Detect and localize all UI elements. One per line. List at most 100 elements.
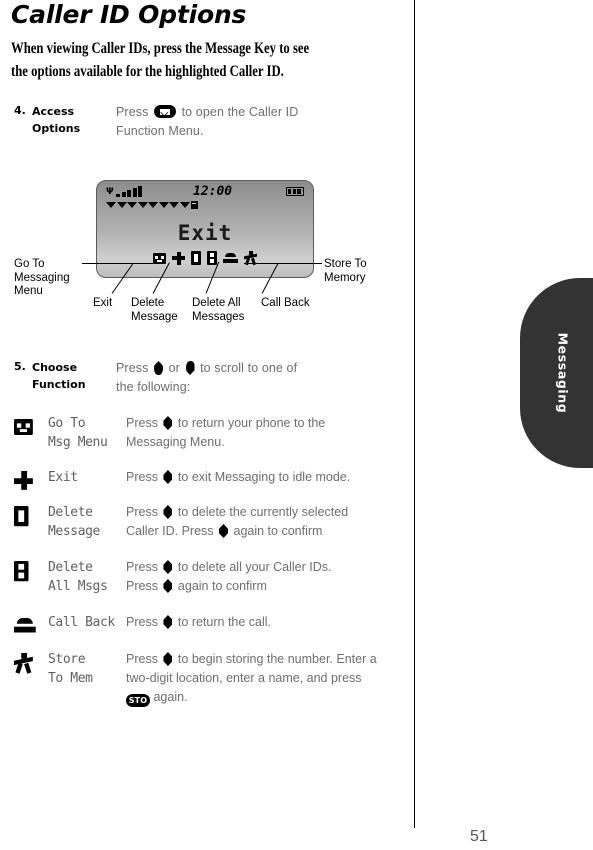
step-body-post: Function Menu. [116, 124, 204, 138]
function-row-store-to-mem: Store To Mem Press to begin storing the … [14, 650, 409, 707]
callout-go-to-messaging-menu: Go To Messaging Menu [14, 258, 84, 299]
page-vertical-rule [414, 0, 415, 828]
message-waiting-icon [191, 201, 198, 209]
updown-key-icon [163, 560, 173, 574]
function-label-line2: Message [48, 524, 100, 539]
press-word: Press [126, 416, 158, 430]
updown-key-icon [163, 416, 173, 430]
step-body-post: the following: [116, 380, 191, 394]
page-number: 51 [470, 828, 488, 845]
function-icon-cell [14, 650, 48, 674]
exit-icon [14, 471, 33, 490]
triangle-marker [116, 202, 127, 208]
desc-mid: to delete the currently selected [177, 505, 349, 519]
lcd-selected-label: Exit [177, 221, 233, 245]
desc-mid: to return the call. [177, 615, 272, 629]
function-label: Call Back [48, 613, 126, 632]
step-number: 5. [14, 360, 26, 373]
page-title: Caller ID Options [11, 0, 247, 29]
function-description: Press to return your phone to the Messag… [126, 414, 391, 452]
function-row-delete-message: Delete Message Press to delete the curre… [14, 503, 409, 541]
function-description: Press to delete the currently selected C… [126, 503, 391, 541]
delete-all-icon [14, 561, 29, 582]
side-tab-messaging[interactable]: Messaging [520, 278, 593, 468]
down-key-icon [185, 361, 195, 375]
function-label-line1: Delete [48, 505, 93, 520]
callout-line2: Messages [192, 310, 245, 323]
callout-line2: Message [131, 310, 178, 323]
msgmenu-icon[interactable] [153, 252, 166, 264]
step-name-line2: Function [32, 378, 86, 391]
function-label: Delete Message [48, 503, 126, 541]
step-access-options: 4. Access Options Press to open the Call… [14, 103, 394, 141]
callout-line1: Delete All [192, 297, 241, 309]
step-name: Choose Function [32, 359, 116, 393]
desc-mid: to return your phone to the [177, 416, 326, 430]
lcd-status-bar: Ψ 12:00 [97, 184, 313, 200]
press-word: Press [116, 105, 149, 119]
lcd-clock: 12:00 [193, 184, 233, 199]
triangle-marker [179, 202, 190, 208]
function-label: Store To Mem [48, 650, 126, 688]
desc-line2: Press again to confirm [126, 577, 391, 596]
triangle-marker [169, 202, 179, 208]
function-icon-cell [14, 468, 48, 490]
press-word: Press [116, 361, 149, 375]
press-word: Press [126, 505, 158, 519]
desc-post: Messaging Menu. [126, 435, 225, 449]
desc-line2-post: again to confirm [233, 524, 323, 538]
function-row-exit: Exit Press to exit Messaging to idle mod… [14, 468, 409, 490]
leader-line-msgmenu [82, 263, 161, 264]
function-label-line2: To Mem [48, 671, 93, 686]
function-icon-cell [14, 503, 48, 527]
callout-line1: Store To [324, 258, 367, 270]
delete-message-icon[interactable] [191, 251, 201, 265]
desc-line2-pre: Caller ID. Press [126, 524, 214, 538]
updown-key-icon [163, 652, 173, 666]
desc-mid: to exit Messaging to idle mode. [177, 470, 351, 484]
step-body-mid: to scroll to one of [200, 361, 298, 375]
triangle-marker [158, 202, 169, 208]
envelope-key-icon [154, 105, 177, 118]
delete-all-icon[interactable] [207, 251, 217, 265]
function-icon-cell [14, 558, 48, 582]
lcd-triangle-row [106, 201, 198, 209]
step-body: Press to open the Caller ID Function Men… [116, 103, 366, 141]
store-memory-icon [14, 653, 33, 674]
updown-key-icon [163, 615, 173, 629]
up-key-icon [154, 361, 164, 375]
triangle-marker [137, 202, 148, 208]
press-word: Press [126, 560, 158, 574]
step-body-mid: to open the Caller ID [181, 105, 299, 119]
function-description: Press to begin storing the number. Enter… [126, 650, 391, 707]
triangle-marker [127, 202, 137, 208]
callback-icon [14, 618, 36, 634]
desc-line2-pre: Press [126, 579, 158, 593]
updown-key-icon [163, 579, 173, 593]
battery-icon [286, 187, 304, 196]
triangle-marker [148, 202, 158, 208]
press-word: Press [126, 652, 158, 666]
callout-exit: Exit [93, 297, 113, 309]
callout-line1: Go To [14, 258, 45, 270]
exit-icon[interactable] [172, 251, 185, 265]
or-word: or [168, 361, 180, 375]
function-row-delete-all-msgs: Delete All Msgs Press to delete all your… [14, 558, 409, 596]
function-icon-cell [14, 414, 48, 435]
step-name-line1: Choose [32, 361, 78, 374]
step-body: Press or to scroll to one of the followi… [116, 359, 366, 397]
updown-key-icon [219, 524, 229, 538]
desc-mid: to delete all your Caller IDs. [177, 560, 332, 574]
function-label-line2: Msg Menu [48, 435, 108, 450]
desc-line2: two-digit location, enter a name, and pr… [126, 671, 362, 685]
function-description: Press to return the call. [126, 613, 391, 632]
step-name-line2: Options [32, 122, 81, 135]
step-name-line1: Access [32, 105, 75, 118]
callback-icon[interactable] [223, 252, 238, 264]
desc-mid: to begin storing the number. Enter a [177, 652, 377, 666]
function-label-line2: All Msgs [48, 579, 108, 594]
step-number: 4. [14, 104, 26, 117]
callout-delete-message: Delete Message [131, 297, 191, 324]
updown-key-icon [163, 470, 173, 484]
triangle-marker [106, 202, 116, 208]
